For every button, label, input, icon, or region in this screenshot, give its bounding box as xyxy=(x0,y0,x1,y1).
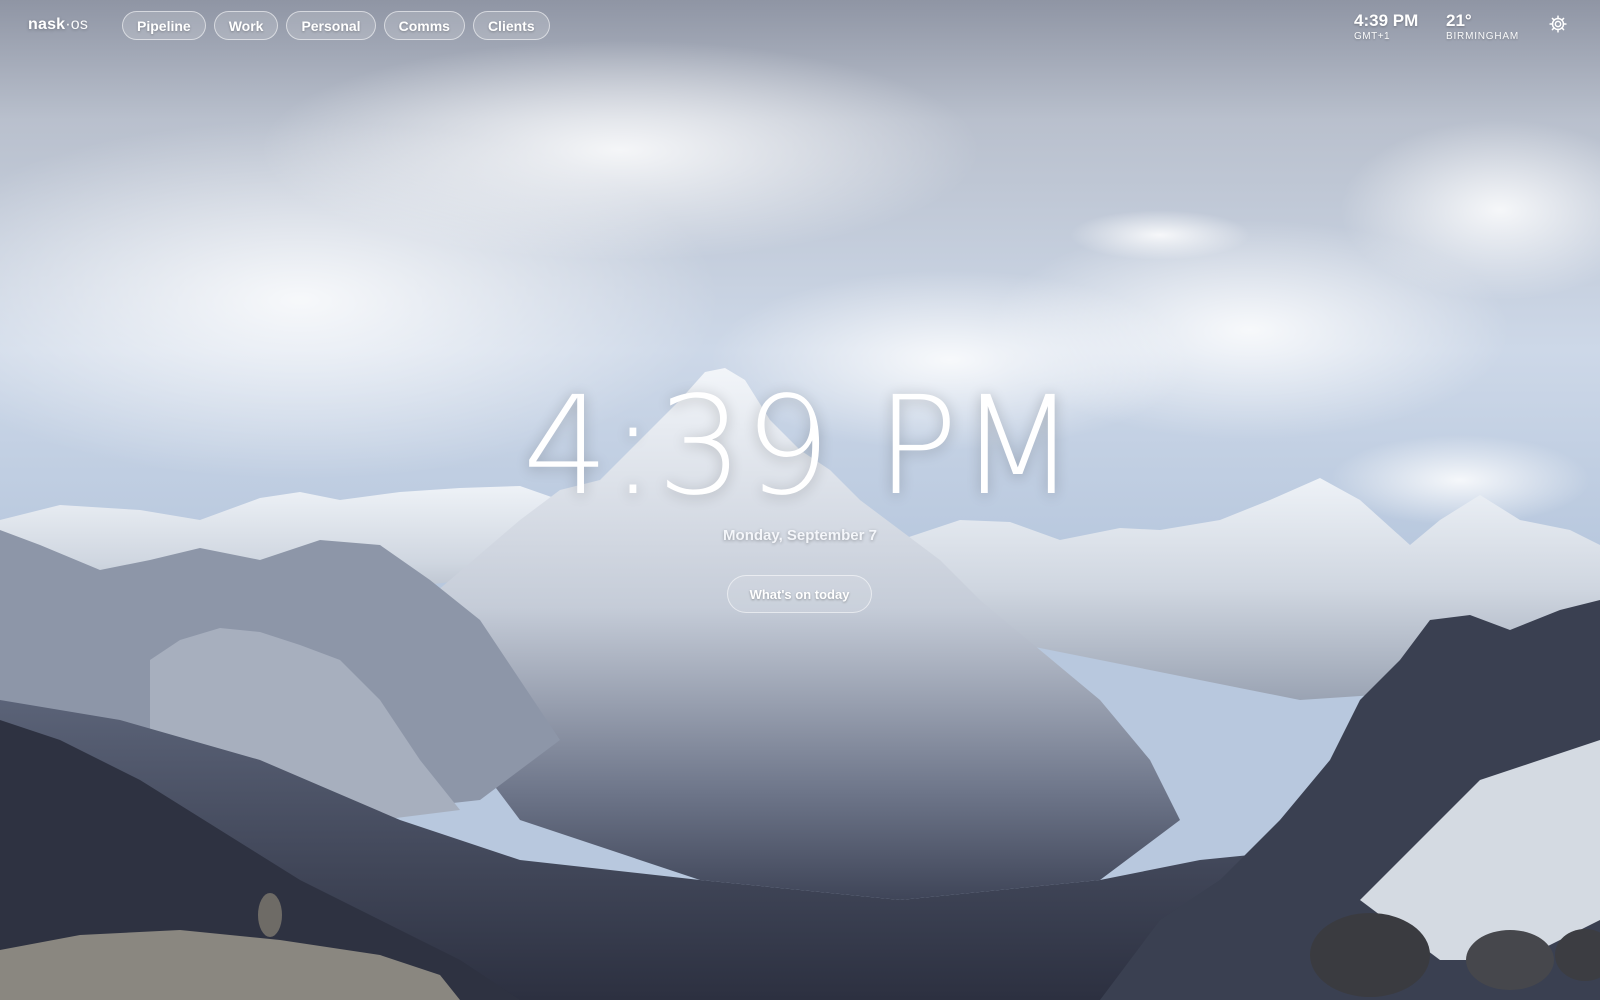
main-clock: 4:39 PM xyxy=(522,368,1078,526)
current-date: Monday, September 7 xyxy=(723,527,877,544)
gear-icon[interactable] xyxy=(1548,14,1568,34)
header-timezone: GMT+1 xyxy=(1354,31,1391,42)
tab-personal[interactable]: Personal xyxy=(286,11,376,40)
tab-work[interactable]: Work xyxy=(213,11,279,40)
tab-comms[interactable]: Comms xyxy=(383,11,465,40)
app-logo[interactable]: nask·os xyxy=(28,16,88,34)
header-time: 4:39 PM xyxy=(1354,11,1419,30)
workspace-tabs: Pipeline Work Personal Comms Clients xyxy=(122,11,550,40)
weather-city: BIRMINGHAM xyxy=(1446,31,1519,42)
weather-widget[interactable]: 21° BIRMINGHAM xyxy=(1446,11,1519,43)
header-clock: 4:39 PM GMT+1 xyxy=(1354,11,1418,43)
logo-main: nask xyxy=(28,16,66,33)
tab-pipeline[interactable]: Pipeline xyxy=(122,11,206,40)
whats-on-today-button[interactable]: What's on today xyxy=(727,575,872,613)
logo-suffix: ·os xyxy=(65,16,89,33)
tab-clients[interactable]: Clients xyxy=(472,11,550,40)
start-page: nask·os Pipeline Work Personal Comms Cli… xyxy=(0,0,1600,1000)
top-bar: nask·os Pipeline Work Personal Comms Cli… xyxy=(0,0,1600,52)
weather-temperature: 21° xyxy=(1446,11,1472,30)
